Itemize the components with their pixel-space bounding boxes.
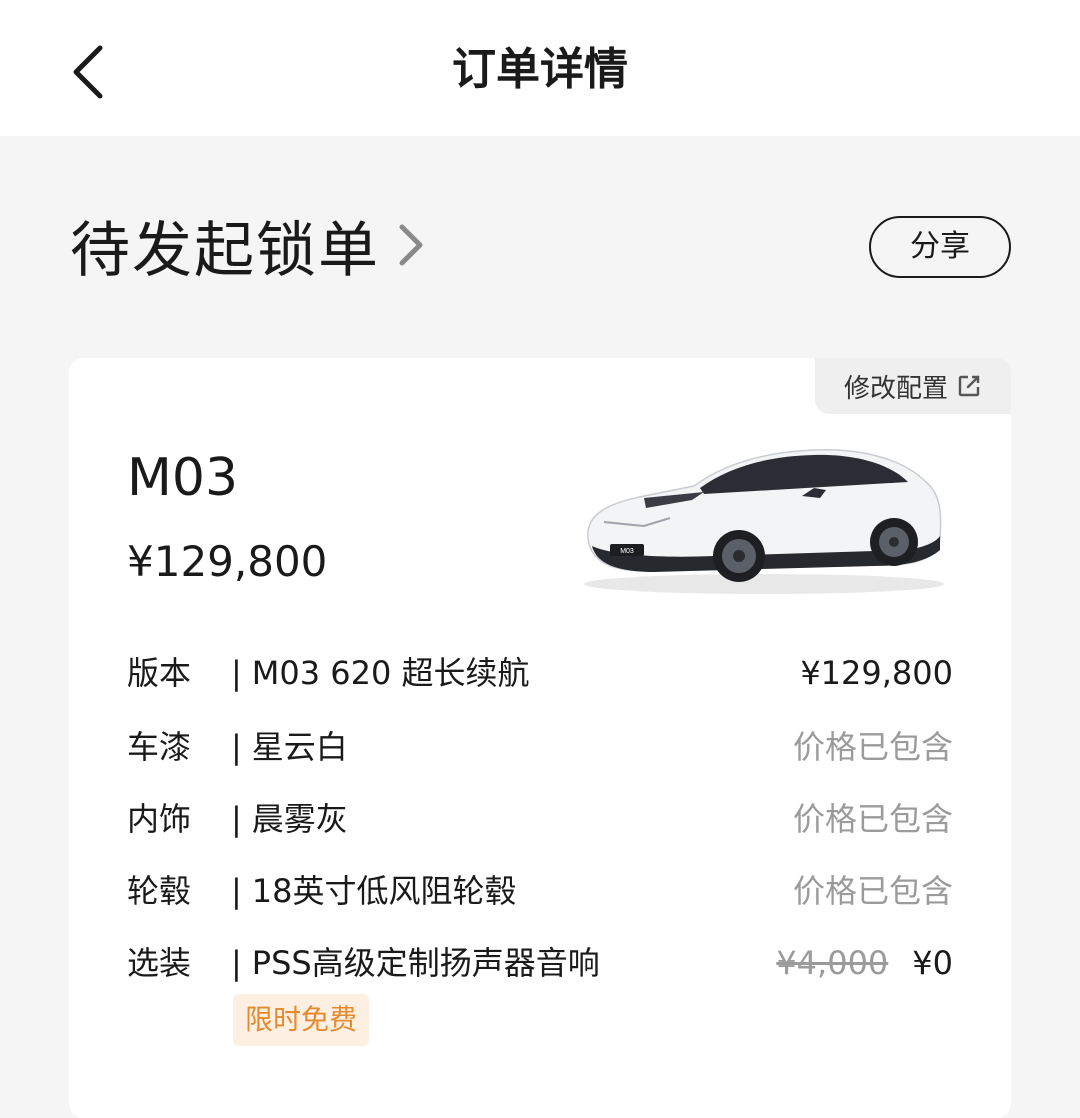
spec-price: 价格已包含 xyxy=(792,800,953,838)
chevron-right-icon xyxy=(399,224,423,266)
spec-separator: | xyxy=(231,728,242,766)
spec-value-group: | 18英寸低风阻轮毂 xyxy=(231,866,517,916)
spec-value: 星云白 xyxy=(251,728,348,766)
spec-separator: | xyxy=(231,800,242,838)
spec-value: 18英寸低风阻轮毂 xyxy=(251,872,517,910)
order-config-card: 修改配置 M03 ¥129,800 M03 版本 | M03 620 超长续航 ¥… xyxy=(69,358,1011,1118)
spec-separator: | xyxy=(231,654,242,692)
spec-label: 选装 xyxy=(127,944,192,982)
spec-row-interior: 内饰 | 晨雾灰 价格已包含 xyxy=(127,794,953,844)
model-name: M03 xyxy=(127,448,239,508)
spec-row-wheels: 轮毂 | 18英寸低风阻轮毂 价格已包含 xyxy=(127,866,953,916)
page-title: 订单详情 xyxy=(452,44,628,95)
car-image: M03 xyxy=(584,449,944,594)
spec-price: ¥129,800 xyxy=(800,654,953,692)
spec-separator: | xyxy=(231,872,242,910)
spec-value: PSS高级定制扬声器音响 xyxy=(251,944,600,982)
spec-row-paint: 车漆 | 星云白 价格已包含 xyxy=(127,722,953,772)
spec-price-group: ¥4,000 ¥0 xyxy=(776,938,953,988)
spec-price: ¥0 xyxy=(912,944,953,982)
model-price: ¥129,800 xyxy=(127,537,328,586)
spec-label: 轮毂 xyxy=(127,872,192,910)
spec-price: 价格已包含 xyxy=(792,728,953,766)
spec-label: 车漆 xyxy=(127,728,192,766)
spec-value-group: | M03 620 超长续航 xyxy=(231,648,530,698)
spec-value-group: | 晨雾灰 xyxy=(231,794,348,844)
car-badge: M03 xyxy=(620,548,634,555)
spec-value-group: | 星云白 xyxy=(231,722,348,772)
external-link-icon xyxy=(958,375,980,397)
promo-tag: 限时免费 xyxy=(233,994,370,1046)
order-status-link[interactable]: 待发起锁单 xyxy=(70,205,426,286)
spec-row-options: 选装 | PSS高级定制扬声器音响 ¥4,000 ¥0 xyxy=(127,938,953,988)
original-price: ¥4,000 xyxy=(776,944,889,982)
share-button[interactable]: 分享 xyxy=(869,216,1011,278)
spec-value: 晨雾灰 xyxy=(251,800,348,838)
spec-label: 版本 xyxy=(127,654,192,692)
spec-label: 内饰 xyxy=(127,800,192,838)
spec-value-group: | PSS高级定制扬声器音响 xyxy=(231,938,600,988)
order-status: 待发起锁单 xyxy=(70,215,380,286)
spec-row-version: 版本 | M03 620 超长续航 ¥129,800 xyxy=(127,648,953,698)
top-bar: 订单详情 xyxy=(0,0,1080,136)
modify-config-label: 修改配置 xyxy=(843,373,948,404)
spec-separator: | xyxy=(231,944,242,982)
spec-price: 价格已包含 xyxy=(792,872,953,910)
modify-config-button[interactable]: 修改配置 xyxy=(815,358,1011,414)
spec-value: M03 620 超长续航 xyxy=(251,654,530,692)
